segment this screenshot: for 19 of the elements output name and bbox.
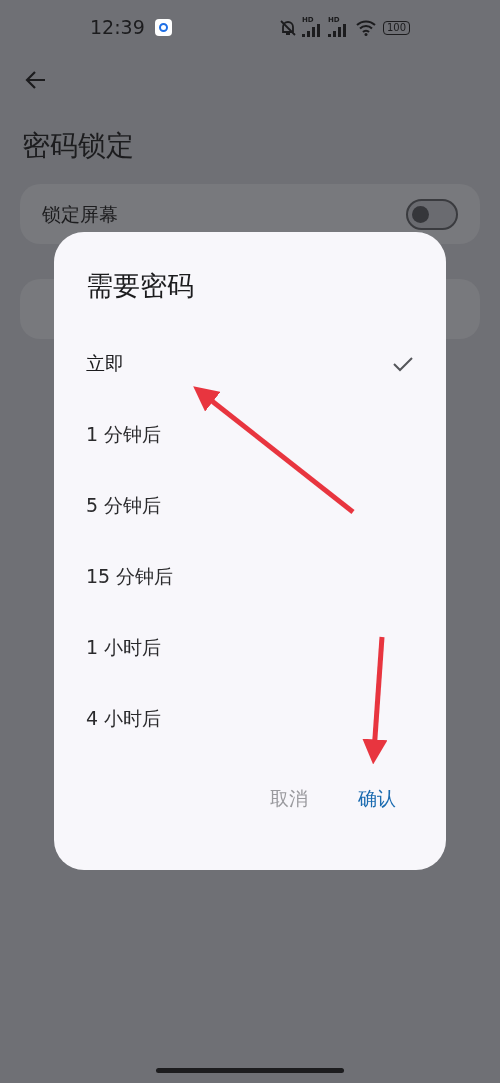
option-item[interactable]: 15 分钟后 xyxy=(54,541,446,612)
app-notification-icon xyxy=(154,19,172,36)
signal-icon xyxy=(327,23,348,37)
status-time: 12:39 xyxy=(90,15,145,41)
battery-icon: 100 xyxy=(382,20,410,35)
option-item[interactable]: 1 分钟后 xyxy=(54,399,446,470)
dialog-title: 需要密码 xyxy=(86,269,194,303)
option-item[interactable]: 1 小时后 xyxy=(54,612,446,683)
wifi-icon xyxy=(355,19,376,36)
page-title: 密码锁定 xyxy=(22,128,135,164)
check-icon xyxy=(392,355,414,372)
option-item[interactable]: 4 小时后 xyxy=(54,683,446,754)
option-item[interactable]: 立即 xyxy=(54,328,446,399)
option-item[interactable]: 5 分钟后 xyxy=(54,470,446,541)
signal-icon xyxy=(301,23,322,37)
muted-bell-icon xyxy=(277,17,298,38)
setting-label: 锁定屏幕 xyxy=(42,201,119,227)
confirm-button[interactable]: 确认 xyxy=(358,778,396,819)
toggle-switch[interactable] xyxy=(406,198,458,230)
